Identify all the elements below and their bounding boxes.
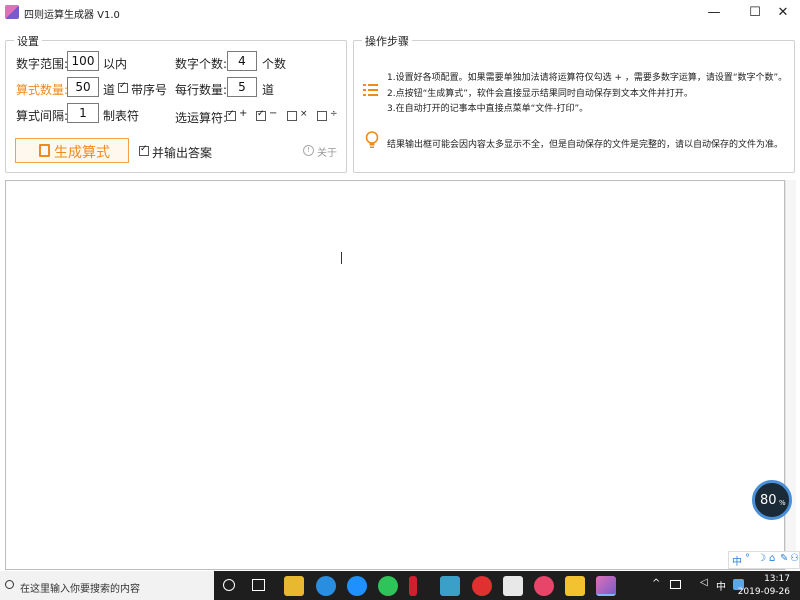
op-multiply-label: × — [300, 109, 308, 119]
taskbar: 在这里输入你要搜索的内容 ^ ◁ 中 13:17 2019-09-26 — [0, 571, 800, 600]
serial-checkbox[interactable] — [118, 81, 128, 93]
ime-item-2[interactable]: ° — [745, 553, 750, 564]
list-icon — [363, 82, 379, 98]
gap-unit: 制表符 — [103, 109, 140, 123]
range-label: 数字范围: — [16, 57, 69, 71]
per-row-label: 每行数量: — [175, 83, 228, 97]
search-icon — [5, 580, 14, 589]
widget-unit: % — [779, 499, 786, 507]
wechat-icon[interactable] — [378, 576, 398, 596]
ime-item-4[interactable]: ⌂ — [769, 553, 775, 564]
range-input[interactable]: 100 — [67, 51, 99, 71]
output-textarea[interactable] — [5, 180, 785, 570]
op-plus-checkbox[interactable] — [226, 109, 236, 121]
task-view-icon[interactable] — [252, 579, 265, 591]
per-row-input[interactable]: 5 — [227, 77, 257, 97]
digits-unit: 个数 — [262, 57, 287, 71]
search-placeholder: 在这里输入你要搜索的内容 — [20, 584, 140, 595]
explorer-icon[interactable] — [284, 576, 304, 596]
digits-label: 数字个数: — [175, 57, 228, 71]
op-multiply-checkbox[interactable] — [287, 111, 297, 121]
about-icon[interactable]: ! — [303, 145, 314, 156]
clock-time: 13:17 — [764, 574, 790, 584]
per-row-unit: 道 — [262, 83, 275, 97]
tip-text: 结果输出框可能会因内容太多显示不全，但是自动保存的文件是完整的，请以自动保存的文… — [387, 140, 784, 150]
generate-label: 生成算式 — [54, 145, 110, 161]
app-pink-icon[interactable] — [534, 576, 554, 596]
serial-label: 带序号 — [131, 83, 168, 97]
op-plus-label: + — [239, 108, 248, 119]
photos-icon[interactable] — [440, 576, 460, 596]
op-minus-checkbox[interactable] — [256, 109, 266, 121]
document-icon — [39, 144, 50, 157]
taskbar-search[interactable]: 在这里输入你要搜索的内容 — [0, 571, 214, 600]
op-divide-label: ÷ — [330, 109, 338, 119]
app-yellow-icon[interactable] — [565, 576, 585, 596]
app-red-icon[interactable] — [472, 576, 492, 596]
minimize-button[interactable]: — — [697, 0, 731, 25]
tray-expand-icon[interactable]: ^ — [652, 578, 660, 589]
count-unit: 道 — [103, 83, 116, 97]
browser-icon[interactable] — [316, 576, 336, 596]
op-minus-label: − — [269, 108, 278, 119]
ime-item-3[interactable]: ☽ — [757, 553, 766, 564]
step-2: 2.点按钮“生成算式”，软件会直接显示结果同时自动保存到文本文件并打开。 — [387, 89, 693, 99]
ime-toolbar: 中 ° ☽ ⌂ ✎ ⚇ — [728, 551, 800, 569]
calculator-generator-icon[interactable] — [596, 576, 616, 596]
digits-input[interactable]: 4 — [227, 51, 257, 71]
language-indicator[interactable]: 中 — [716, 578, 726, 593]
lightbulb-icon — [365, 131, 379, 149]
steps-legend: 操作步骤 — [362, 33, 412, 49]
image-viewer-icon[interactable] — [503, 576, 523, 596]
text-cursor-icon — [341, 252, 342, 264]
performance-widget[interactable]: 80 % — [752, 480, 792, 520]
answers-label: 并输出答案 — [152, 146, 213, 160]
step-1: 1.设置好各项配置。如果需要单独加法请将运算符仅勾选 + ，需要多数字运算，请设… — [387, 73, 788, 83]
search-app-icon[interactable] — [347, 576, 367, 596]
title-bar: 四则运算生成器 V1.0 — ☐ ✕ — [0, 0, 800, 25]
count-input[interactable]: 50 — [67, 77, 99, 97]
media-player-icon[interactable] — [409, 576, 417, 596]
cortana-icon[interactable] — [223, 579, 235, 591]
answers-checkbox[interactable] — [139, 144, 149, 156]
widget-percent: 80 — [760, 493, 777, 508]
settings-legend: 设置 — [14, 33, 42, 49]
window-title: 四则运算生成器 V1.0 — [24, 10, 120, 21]
ime-item-1[interactable]: 中 — [732, 553, 742, 568]
generate-button[interactable]: 生成算式 — [15, 138, 129, 163]
ime-item-6[interactable]: ⚇ — [790, 553, 799, 564]
ops-label: 选运算符: — [175, 111, 228, 125]
app-icon — [5, 5, 19, 19]
ime-item-5[interactable]: ✎ — [780, 553, 788, 564]
op-divide-checkbox[interactable] — [317, 111, 327, 121]
step-3: 3.在自动打开的记事本中直接点菜单“文件-打印”。 — [387, 104, 589, 114]
network-icon[interactable] — [670, 580, 681, 589]
gap-input[interactable]: 1 — [67, 103, 99, 123]
volume-icon[interactable]: ◁ — [700, 577, 708, 588]
gap-label: 算式间隔: — [16, 109, 69, 123]
clock-date: 2019-09-26 — [737, 587, 790, 597]
count-label: 算式数量: — [16, 83, 69, 97]
close-button[interactable]: ✕ — [766, 0, 800, 25]
range-unit: 以内 — [103, 57, 128, 71]
clock[interactable]: 13:17 2019-09-26 — [738, 573, 790, 599]
about-link[interactable]: 关于 — [317, 144, 337, 159]
